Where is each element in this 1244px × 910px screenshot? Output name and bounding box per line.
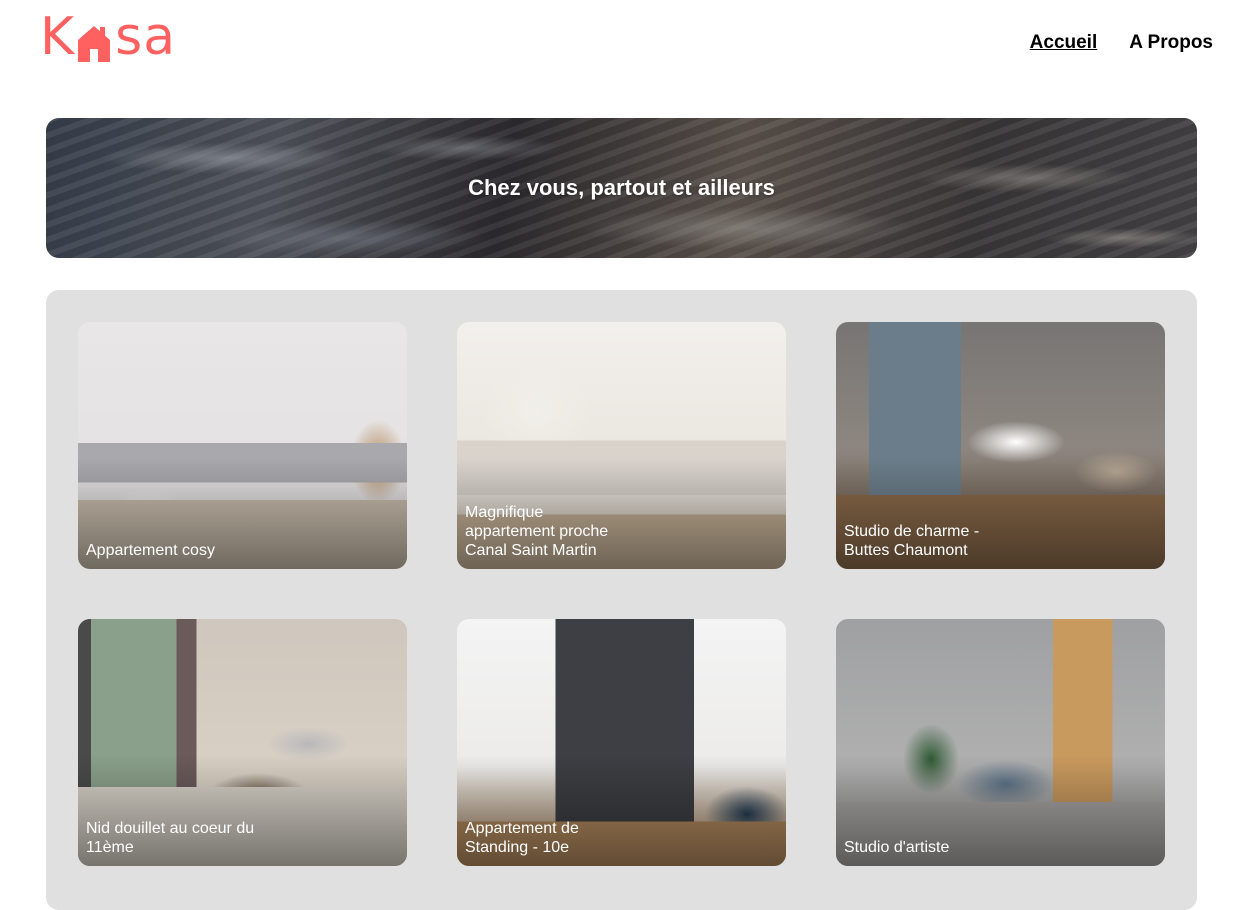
logo-letter-s: s: [115, 7, 144, 67]
listings-gallery: Appartement cosy Magnifique appartement …: [46, 290, 1197, 910]
listing-card[interactable]: Appartement cosy: [78, 322, 407, 569]
hero-banner: Chez vous, partout et ailleurs: [46, 118, 1197, 258]
listing-card[interactable]: Appartement de Standing - 10e: [457, 619, 786, 866]
listing-title: Magnifique appartement proche Canal Sain…: [465, 504, 609, 559]
listing-title: Nid douillet au coeur du 11ème: [86, 820, 255, 856]
banner-title: Chez vous, partout et ailleurs: [468, 175, 775, 200]
main-nav: Accueil A Propos: [1030, 31, 1213, 55]
house-icon: [76, 18, 112, 62]
listing-card[interactable]: Magnifique appartement proche Canal Sain…: [457, 322, 786, 569]
listing-card[interactable]: Nid douillet au coeur du 11ème: [78, 619, 407, 866]
logo-letter-k: K: [40, 7, 76, 67]
nav-link-a-propos[interactable]: A Propos: [1129, 31, 1213, 55]
kasa-logo[interactable]: K s a: [40, 8, 176, 66]
listing-title: Appartement de Standing - 10e: [465, 820, 579, 856]
logo-letter-a: a: [143, 7, 177, 67]
listing-card[interactable]: Studio d'artiste: [836, 619, 1165, 866]
listing-card[interactable]: Studio de charme - Buttes Chaumont: [836, 322, 1165, 569]
listing-title: Studio d'artiste: [844, 839, 950, 856]
listing-title: Appartement cosy: [86, 542, 215, 559]
listing-title: Studio de charme - Buttes Chaumont: [844, 523, 980, 559]
site-header: K s a Accueil A Propos: [0, 0, 1244, 90]
nav-link-accueil[interactable]: Accueil: [1030, 31, 1098, 55]
